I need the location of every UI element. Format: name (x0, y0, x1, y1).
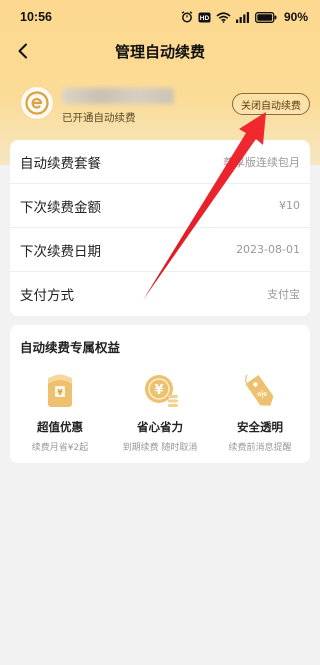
subscription-status: 已开通自动续费 (62, 112, 136, 124)
detail-row-amount: 下次续费金额 ¥10 (10, 184, 310, 228)
battery-icon (255, 11, 277, 23)
detail-label: 下次续费日期 (20, 243, 101, 260)
benefit-name: 安全透明 (237, 420, 283, 434)
benefit-item-convenience: ¥ 省心省力 到期续费 随时取消 (110, 371, 210, 453)
signal-icon (235, 11, 249, 23)
detail-row-date: 下次续费日期 2023-08-01 (10, 228, 310, 272)
status-time: 10:56 (20, 10, 52, 24)
detail-label: 下次续费金额 (20, 199, 101, 216)
chevron-left-icon (18, 43, 27, 59)
coin-icon: ¥ (145, 375, 178, 407)
benefit-item-transparency: % 安全透明 续费前消息提醒 (210, 371, 310, 453)
account-row: 已开通自动续费 关闭自动续费 (0, 80, 320, 130)
benefit-desc: 到期续费 随时取消 (122, 443, 198, 453)
discount-tag-icon: % (245, 374, 274, 406)
detail-label: 自动续费套餐 (20, 155, 101, 172)
app-logo (20, 86, 54, 120)
status-icons: HD 90% (181, 10, 308, 24)
benefit-name: 省心省力 (137, 420, 183, 434)
close-auto-renew-button[interactable]: 关闭自动续费 (232, 93, 310, 115)
wifi-icon (216, 11, 231, 23)
detail-value: 2023-08-01 (236, 243, 300, 256)
benefit-desc: 续费月省¥2起 (31, 443, 89, 453)
svg-text:HD: HD (200, 15, 210, 22)
gift-bag-icon: ¥ (48, 374, 72, 407)
benefits-title: 自动续费专属权益 (20, 340, 121, 355)
benefit-name: 超值优惠 (37, 420, 83, 434)
detail-row-plan[interactable]: 自动续费套餐 尊享版连续包月 (10, 140, 310, 184)
detail-row-payment[interactable]: 支付方式 支付宝 (10, 272, 310, 316)
battery-percent: 90% (283, 10, 308, 24)
svg-text:¥: ¥ (154, 383, 163, 398)
hd-icon: HD (198, 12, 211, 22)
page-title: 管理自动续费 (114, 42, 205, 61)
benefit-desc: 续费前消息提醒 (228, 443, 292, 453)
detail-label: 支付方式 (20, 288, 74, 304)
status-bar: 10:56 HD 90% (0, 0, 320, 34)
nav-bar: 管理自动续费 (0, 34, 320, 68)
alarm-icon (181, 11, 193, 23)
detail-value: 支付宝 (267, 288, 300, 301)
subscription-details-card: 自动续费套餐 尊享版连续包月 下次续费金额 ¥10 下次续费日期 2023-08… (10, 140, 310, 316)
back-button[interactable] (10, 38, 36, 64)
detail-value: 尊享版连续包月 (223, 155, 300, 169)
detail-value: ¥10 (279, 199, 300, 212)
benefit-item-discount: ¥ 超值优惠 续费月省¥2起 (10, 371, 110, 453)
app-logo-icon (25, 91, 49, 115)
benefits-card: 自动续费专属权益 ¥ 超值优惠 续费月省¥2起 ¥ 省心省力 到期续费 随时取消 (10, 325, 310, 463)
blurred-account-name (62, 88, 174, 104)
svg-text:¥: ¥ (57, 388, 63, 397)
